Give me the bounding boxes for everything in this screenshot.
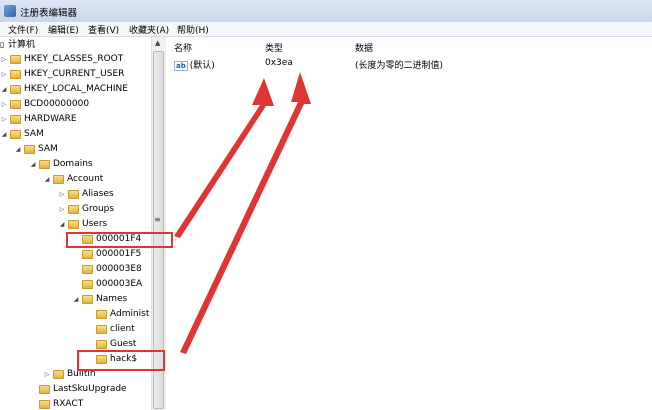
- annotation-arrows: [174, 72, 311, 354]
- red-arrow-up: [174, 78, 274, 238]
- red-arrow-up: [180, 72, 311, 354]
